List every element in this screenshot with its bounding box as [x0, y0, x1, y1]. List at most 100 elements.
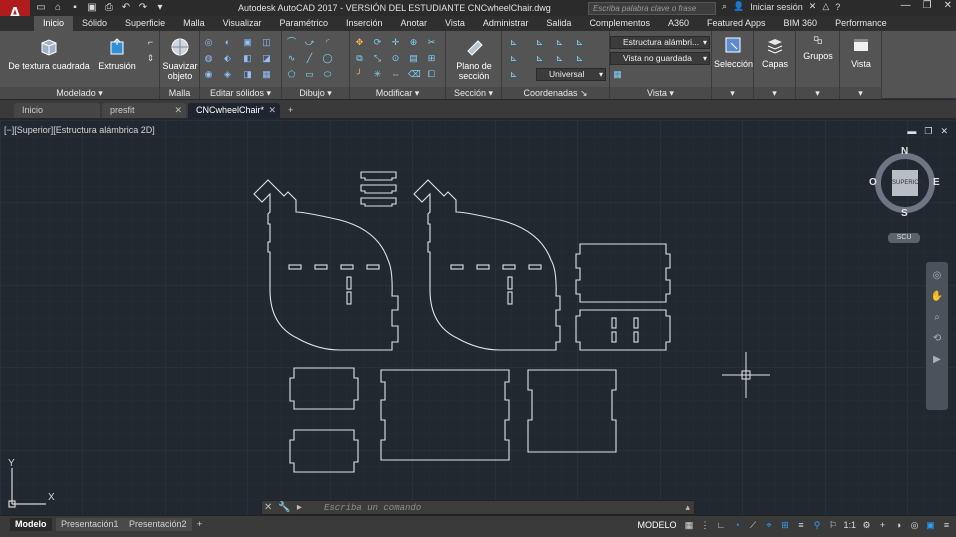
ucs-z-icon[interactable]: ⊾ [554, 53, 565, 63]
panel-label-dibujo[interactable]: Dibujo ▾ [282, 87, 349, 99]
close-tab-icon[interactable]: ✕ [174, 103, 182, 118]
view-button[interactable]: Vista [842, 35, 880, 69]
clean-screen-icon[interactable]: ▣ [925, 519, 936, 531]
intersect-icon[interactable]: ◉ [203, 69, 214, 79]
align-icon[interactable]: ⊞ [426, 53, 437, 63]
restore-icon[interactable]: ❐ [923, 0, 932, 11]
ribbon-tab-anotar[interactable]: Anotar [392, 16, 437, 31]
shell-icon[interactable]: ◪ [261, 53, 272, 63]
ucs-origin-icon[interactable]: ⊾ [554, 37, 565, 47]
layout-tab-modelo[interactable]: Modelo [10, 518, 52, 531]
autoscale-icon[interactable]: ⚐ [827, 519, 838, 531]
fillet-edges-icon[interactable]: ◫ [261, 37, 272, 47]
steering-wheel-icon[interactable]: ◎ [933, 270, 942, 281]
customize-qat-icon[interactable]: ▾ [153, 1, 167, 14]
panel-label-modificar[interactable]: Modificar ▾ [350, 87, 445, 99]
doc-tab-inicio[interactable]: Inicio [14, 103, 100, 118]
lineweight-icon[interactable]: ≡ [795, 519, 806, 531]
snap-icon[interactable]: ⋮ [699, 519, 710, 531]
layout-tab-presentacion1[interactable]: Presentación1 [56, 518, 124, 531]
3drotate-icon[interactable]: ⊕ [408, 37, 419, 47]
ribbon-tab-administrar[interactable]: Administrar [474, 16, 538, 31]
open-file-icon[interactable]: ⌂ [51, 1, 65, 14]
ucs-dropdown[interactable]: Universal [536, 68, 606, 81]
ribbon-tab-s-lido[interactable]: Sólido [73, 16, 116, 31]
ribbon-tab-inicio[interactable]: Inicio [34, 16, 74, 31]
showmotion-icon[interactable]: ▶ [933, 354, 941, 365]
ribbon-tab-param-trico[interactable]: Paramétrico [270, 16, 337, 31]
search-input[interactable]: Escriba palabra clave o frase [588, 2, 716, 15]
viewport-restore-icon[interactable]: ❐ [924, 126, 932, 137]
panel-label-editar[interactable]: Editar sólidos ▾ [200, 87, 281, 99]
annotation-scale[interactable]: 1:1 [843, 520, 856, 530]
model-space-toggle[interactable]: MODELO [635, 520, 679, 530]
osnap-icon[interactable]: ⌖ [763, 519, 774, 531]
new-file-icon[interactable]: ▭ [34, 1, 48, 14]
polar-icon[interactable]: ◔ [731, 519, 742, 531]
minimize-icon[interactable]: — [901, 0, 911, 11]
plot-icon[interactable]: ⎙ [102, 1, 116, 14]
exchange-icon[interactable]: ✕ [809, 1, 817, 12]
ellipse-icon[interactable]: ⬭ [322, 69, 333, 79]
rotate-icon[interactable]: ⟳ [372, 37, 383, 47]
union-icon[interactable]: ◎ [203, 37, 214, 47]
orbit-icon[interactable]: ⟲ [933, 333, 941, 344]
arc-icon[interactable]: ◜ [322, 37, 333, 47]
doc-tab-cncwheelchair[interactable]: CNCwheelChair* ✕ [188, 103, 280, 118]
grupos-expand-icon[interactable]: ▾ [796, 87, 839, 99]
spline-icon[interactable]: ∿ [286, 53, 297, 63]
section-plane-button[interactable]: Plano de sección [452, 37, 496, 81]
interfere-icon[interactable]: ◐ [222, 37, 233, 47]
compass-s[interactable]: S [901, 208, 908, 219]
signin-link[interactable]: Iniciar sesión [750, 2, 803, 12]
ribbon-tab-salida[interactable]: Salida [537, 16, 580, 31]
hardware-accel-icon[interactable]: ◎ [909, 519, 920, 531]
3dmove-icon[interactable]: ✛ [390, 37, 401, 47]
polysolid-icon[interactable]: ⌐ [145, 37, 156, 47]
panel-label-coordenadas[interactable]: Coordenadas ↘ [502, 87, 609, 99]
command-close-icon[interactable]: ✕ [264, 502, 272, 513]
panel-label-malla[interactable]: Malla [160, 87, 199, 99]
save-icon[interactable]: ▪ [68, 1, 82, 14]
line-icon[interactable]: ⌒ [286, 37, 297, 47]
ucs-world-icon[interactable]: ⊾ [534, 37, 545, 47]
ucs-menu-button[interactable]: SCU [888, 233, 920, 243]
extrude-faces-icon[interactable]: ◧ [242, 53, 253, 63]
ucs-icon[interactable]: ⊾ [508, 37, 519, 47]
array-icon[interactable]: ▤ [408, 53, 419, 63]
ucs-x-icon[interactable]: ⊾ [508, 53, 519, 63]
ribbon-tab-performance[interactable]: Performance [826, 16, 896, 31]
explode-icon[interactable]: ✳ [372, 69, 383, 79]
layout-tab-presentacion2[interactable]: Presentación2 [124, 518, 192, 531]
ucs-3point-icon[interactable]: ⊾ [574, 37, 585, 47]
ucs-named-icon[interactable]: ⊾ [508, 69, 519, 79]
vista-expand-icon[interactable]: ▾ [840, 87, 881, 99]
save-as-icon[interactable]: ▣ [85, 1, 99, 14]
command-recent-icon[interactable]: ▸ [297, 502, 302, 513]
pan-icon[interactable]: ✋ [931, 291, 943, 302]
circle-icon[interactable]: ◯ [322, 53, 333, 63]
subtract-icon[interactable]: ◍ [203, 53, 214, 63]
command-history-icon[interactable]: ▴ [685, 502, 690, 513]
ortho-icon[interactable]: ∟ [715, 519, 726, 531]
zoom-icon[interactable]: ⌕ [934, 312, 940, 323]
panel-label-modelado[interactable]: Modelado ▾ [0, 87, 159, 99]
new-tab-button[interactable]: + [284, 103, 300, 118]
redo-icon[interactable]: ↷ [136, 1, 150, 14]
close-icon[interactable]: ✕ [944, 0, 952, 11]
annotation-icon[interactable]: ⚲ [811, 519, 822, 531]
ribbon-tab-featured-apps[interactable]: Featured Apps [698, 16, 775, 31]
capas-expand-icon[interactable]: ▾ [754, 87, 795, 99]
command-line[interactable]: ✕ 🔧 ▸ Escriba un comando ▴ [261, 500, 695, 515]
ucs-y-icon[interactable]: ⊾ [534, 53, 545, 63]
slice-icon[interactable]: ⬖ [222, 53, 233, 63]
layers-button[interactable]: Capas [756, 35, 794, 69]
selection-button[interactable]: Selección [714, 35, 753, 69]
texture-box-button[interactable]: De textura cuadrada [6, 37, 92, 71]
separate-icon[interactable]: ◨ [242, 69, 253, 79]
viewport-minimize-icon[interactable]: ▬ [907, 126, 916, 137]
viewcube-face[interactable]: SUPERIOR [892, 170, 923, 196]
thicken-icon[interactable]: ◈ [222, 69, 233, 79]
rectangle-icon[interactable]: ▭ [304, 69, 315, 79]
ucs-view-icon[interactable]: ⊾ [574, 53, 585, 63]
